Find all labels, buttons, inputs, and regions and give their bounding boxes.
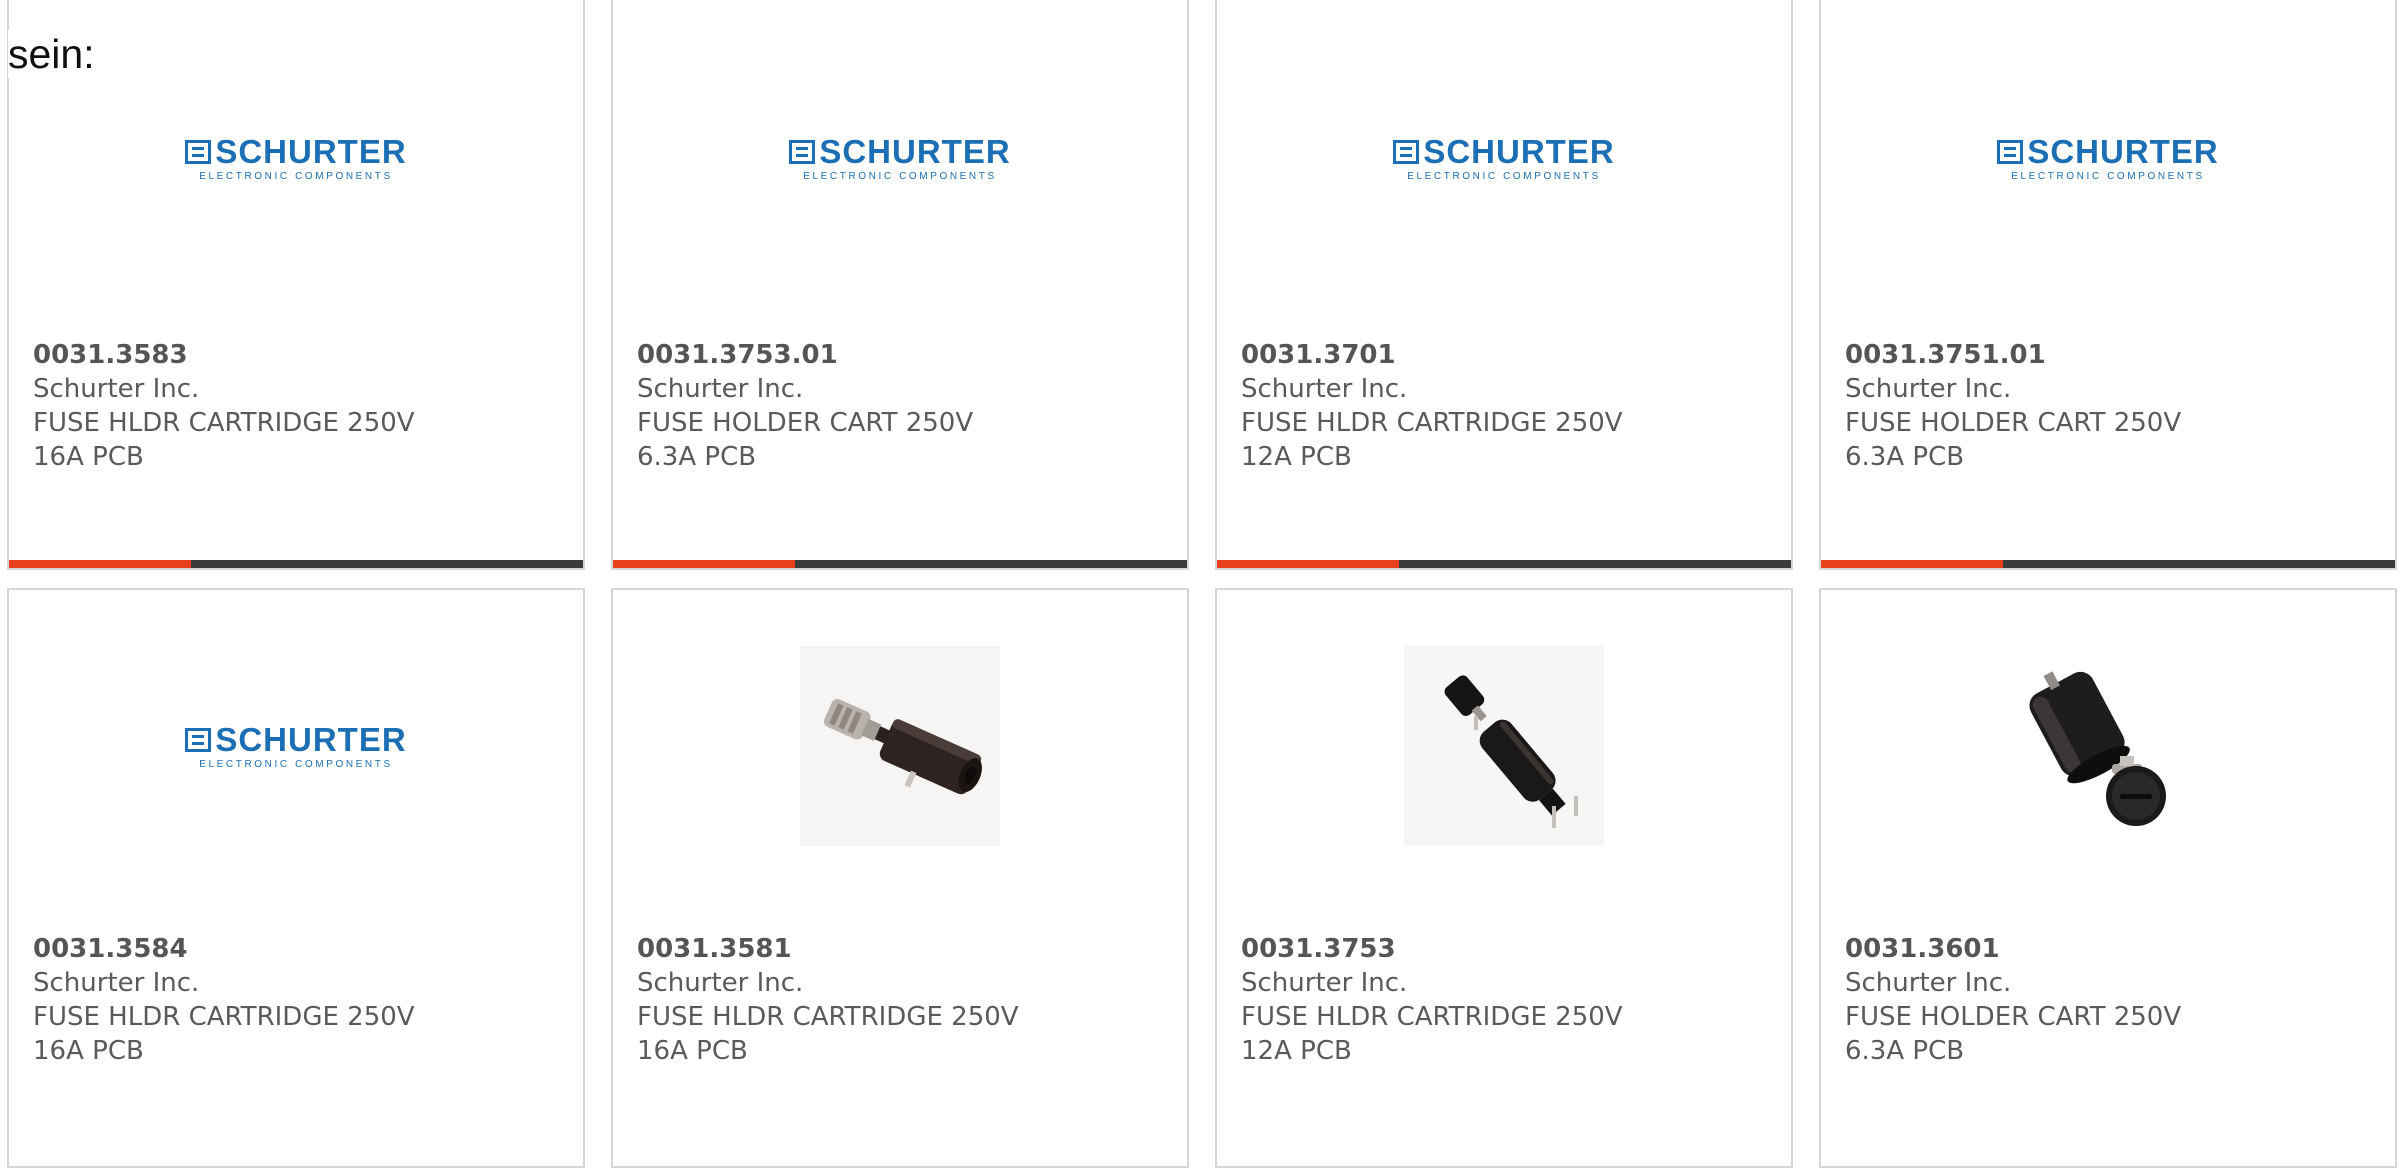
manufacturer: Schurter Inc. [1845,968,2012,998]
schurter-logo: SCHURTER ELECTRONIC COMPONENTS [185,132,407,182]
product-card[interactable]: SCHURTER ELECTRONIC COMPONENTS 0031.3584… [7,588,585,1168]
intro-text: sein: [8,30,95,78]
part-number-link[interactable]: 0031.3601 [1845,932,2371,966]
product-card[interactable]: SCHURTER ELECTRONIC COMPONENTS 0031.3701… [1215,0,1793,570]
product-image[interactable]: SCHURTER ELECTRONIC COMPONENTS [9,38,583,278]
logo-tagline: ELECTRONIC COMPONENTS [803,170,997,182]
logo-name: SCHURTER [215,720,407,758]
product-description: FUSE HLDR CARTRIDGE 250V 12A PCB [1241,408,1623,472]
product-image[interactable]: SCHURTER ELECTRONIC COMPONENTS [1821,38,2395,278]
part-number-link[interactable]: 0031.3583 [33,338,559,372]
schurter-mark-icon [1997,139,2024,164]
product-description: FUSE HOLDER CART 250V 6.3A PCB [637,408,974,472]
product-description: FUSE HLDR CARTRIDGE 250V 16A PCB [637,1002,1019,1066]
logo-tagline: ELECTRONIC COMPONENTS [1407,170,1601,182]
product-description: FUSE HLDR CARTRIDGE 250V 12A PCB [1241,1002,1623,1066]
part-number-link[interactable]: 0031.3581 [637,932,1163,966]
schurter-logo: SCHURTER ELECTRONIC COMPONENTS [185,720,407,770]
card-accent-bar [1821,560,2395,568]
schurter-logo: SCHURTER ELECTRONIC COMPONENTS [1393,132,1615,182]
schurter-mark-icon [1393,139,1420,164]
product-image[interactable]: SCHURTER ELECTRONIC COMPONENTS [613,38,1187,278]
manufacturer: Schurter Inc. [1241,968,1408,998]
schurter-mark-icon [185,139,212,164]
manufacturer: Schurter Inc. [1845,374,2012,404]
logo-tagline: ELECTRONIC COMPONENTS [2011,170,2205,182]
card-accent-bar [9,560,583,568]
part-number-link[interactable]: 0031.3751.01 [1845,338,2371,372]
part-number-link[interactable]: 0031.3701 [1241,338,1767,372]
schurter-logo: SCHURTER ELECTRONIC COMPONENTS [789,132,1011,182]
product-card[interactable]: 0031.3753 Schurter Inc. FUSE HLDR CARTRI… [1215,588,1793,1168]
product-grid: SCHURTER ELECTRONIC COMPONENTS 0031.3583… [7,0,2400,1168]
manufacturer: Schurter Inc. [637,374,804,404]
logo-name: SCHURTER [1423,132,1615,170]
logo-tagline: ELECTRONIC COMPONENTS [199,758,393,770]
product-info: 0031.3601 Schurter Inc. FUSE HOLDER CART… [1845,932,2371,1068]
logo-name: SCHURTER [215,132,407,170]
logo-name: SCHURTER [819,132,1011,170]
product-card[interactable]: SCHURTER ELECTRONIC COMPONENTS 0031.3753… [611,0,1189,570]
fuse-holder-cylinder-photo [2008,646,2208,846]
schurter-mark-icon [789,139,816,164]
product-card[interactable]: 0031.3581 Schurter Inc. FUSE HLDR CARTRI… [611,588,1189,1168]
manufacturer: Schurter Inc. [33,374,200,404]
product-card[interactable]: 0031.3601 Schurter Inc. FUSE HOLDER CART… [1819,588,2397,1168]
product-info: 0031.3584 Schurter Inc. FUSE HLDR CARTRI… [33,932,559,1068]
product-description: FUSE HOLDER CART 250V 6.3A PCB [1845,408,2182,472]
product-info: 0031.3701 Schurter Inc. FUSE HLDR CARTRI… [1241,338,1767,474]
logo-tagline: ELECTRONIC COMPONENTS [199,170,393,182]
card-accent-bar [613,560,1187,568]
product-info: 0031.3583 Schurter Inc. FUSE HLDR CARTRI… [33,338,559,474]
manufacturer: Schurter Inc. [33,968,200,998]
schurter-mark-icon [185,727,212,752]
product-description: FUSE HLDR CARTRIDGE 250V 16A PCB [33,1002,415,1066]
schurter-logo: SCHURTER ELECTRONIC COMPONENTS [1997,132,2219,182]
product-info: 0031.3753.01 Schurter Inc. FUSE HOLDER C… [637,338,1163,474]
product-card[interactable]: SCHURTER ELECTRONIC COMPONENTS 0031.3583… [7,0,585,570]
product-image[interactable]: SCHURTER ELECTRONIC COMPONENTS [9,626,583,866]
product-info: 0031.3581 Schurter Inc. FUSE HLDR CARTRI… [637,932,1163,1068]
fuse-holder-horizontal-photo [800,646,1000,846]
product-card[interactable]: SCHURTER ELECTRONIC COMPONENTS 0031.3751… [1819,0,2397,570]
product-image[interactable]: SCHURTER ELECTRONIC COMPONENTS [1217,38,1791,278]
product-info: 0031.3751.01 Schurter Inc. FUSE HOLDER C… [1845,338,2371,474]
product-description: FUSE HLDR CARTRIDGE 250V 16A PCB [33,408,415,472]
part-number-link[interactable]: 0031.3753 [1241,932,1767,966]
manufacturer: Schurter Inc. [1241,374,1408,404]
manufacturer: Schurter Inc. [637,968,804,998]
part-number-link[interactable]: 0031.3584 [33,932,559,966]
product-image[interactable] [1821,626,2395,866]
fuse-holder-diagonal-photo [1404,646,1604,846]
product-image[interactable] [613,626,1187,866]
part-number-link[interactable]: 0031.3753.01 [637,338,1163,372]
product-description: FUSE HOLDER CART 250V 6.3A PCB [1845,1002,2182,1066]
card-accent-bar [1217,560,1791,568]
product-info: 0031.3753 Schurter Inc. FUSE HLDR CARTRI… [1241,932,1767,1068]
logo-name: SCHURTER [2027,132,2219,170]
product-image[interactable] [1217,626,1791,866]
